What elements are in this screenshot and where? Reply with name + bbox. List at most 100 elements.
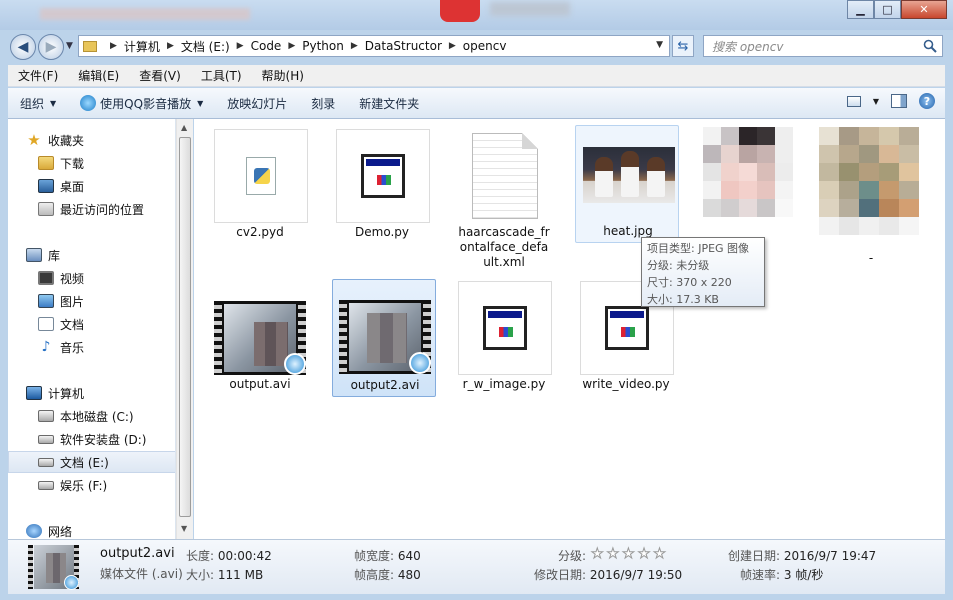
nav-downloads[interactable]: 下载	[8, 152, 175, 174]
file-haarcascade-xml[interactable]: haarcascade_frontalface_default.xml	[452, 127, 556, 269]
video-library-icon	[38, 271, 54, 285]
drive-icon	[38, 457, 54, 467]
crumb-datastructor[interactable]: DataStructor	[365, 39, 442, 53]
music-note-icon: ♪	[41, 339, 51, 355]
nav-documents[interactable]: 文档	[8, 313, 175, 335]
star-icon[interactable]: ★	[637, 547, 651, 562]
details-file-name: output2.avi	[100, 546, 175, 561]
file-heat-jpg[interactable]: heat.jpg	[575, 125, 679, 243]
file-pixelated-image-2[interactable]: -	[819, 127, 923, 265]
network-icon	[26, 524, 42, 538]
minimize-button[interactable]: ▁	[847, 0, 874, 19]
scroll-up-arrow-icon[interactable]: ▲	[181, 123, 187, 132]
python-script-icon	[605, 306, 649, 350]
crumb-python[interactable]: Python	[302, 39, 344, 53]
file-output2-avi[interactable]: output2.avi	[332, 279, 436, 397]
nav-videos[interactable]: 视频	[8, 267, 175, 289]
file-demo-py[interactable]: Demo.py	[330, 127, 434, 245]
drive-icon	[38, 480, 54, 490]
folder-icon	[83, 40, 97, 52]
file-tooltip: 项目类型: JPEG 图像 分级: 未分级 尺寸: 370 x 220 大小: …	[641, 237, 765, 307]
menu-edit[interactable]: 编辑(E)	[68, 67, 129, 84]
search-input[interactable]: 搜索 opencv	[703, 35, 943, 57]
crumb-opencv[interactable]: opencv	[463, 39, 507, 53]
library-icon	[26, 248, 42, 262]
star-icon[interactable]: ★	[653, 547, 667, 562]
nav-drive-c[interactable]: 本地磁盘 (C:)	[8, 405, 175, 427]
crumb-code[interactable]: Code	[251, 39, 282, 53]
file-name: output.avi	[229, 377, 291, 391]
command-bar: 组织 ▼ 使用QQ影音播放 ▼ 放映幻灯片 刻录 新建文件夹 ▼ ?	[8, 88, 945, 119]
details-thumbnail	[28, 545, 80, 590]
search-placeholder: 搜索 opencv	[712, 39, 784, 54]
menu-view[interactable]: 查看(V)	[129, 67, 191, 84]
nav-desktop[interactable]: 桌面	[8, 175, 175, 197]
background-app-logo	[440, 0, 480, 22]
details-length: 长度: 00:00:42	[186, 549, 272, 563]
refresh-button[interactable]: ⇆	[672, 35, 694, 57]
system-drive-icon	[38, 410, 54, 422]
nav-drive-f[interactable]: 娱乐 (F:)	[8, 474, 175, 496]
nav-network[interactable]: 网络	[8, 520, 175, 539]
file-name: write_video.py	[582, 377, 670, 391]
scroll-down-arrow-icon[interactable]: ▼	[181, 524, 187, 533]
crumb-computer[interactable]: 计算机	[124, 38, 160, 55]
change-view-icon[interactable]	[846, 95, 861, 107]
nav-music[interactable]: ♪ 音乐	[8, 336, 175, 358]
details-frame-height: 帧高度: 480	[354, 568, 421, 582]
scrollbar-thumb[interactable]	[179, 137, 191, 517]
file-output-avi[interactable]: output.avi	[208, 279, 312, 397]
media-player-badge-icon	[64, 575, 79, 590]
python-script-icon	[361, 154, 405, 198]
forward-button[interactable]: ▶	[38, 34, 64, 60]
menu-tools[interactable]: 工具(T)	[191, 67, 252, 84]
help-icon[interactable]: ?	[919, 93, 935, 109]
menu-help[interactable]: 帮助(H)	[252, 67, 314, 84]
star-icon[interactable]: ★	[606, 547, 620, 562]
address-bar: ◀ ▶ ▼ ▶ 计算机 ▶ 文档 (E:) ▶ Code ▶ Python ▶ …	[0, 30, 953, 64]
nav-computer[interactable]: 计算机	[8, 382, 175, 404]
burn-button[interactable]: 刻录	[299, 95, 347, 112]
chevron-down-icon[interactable]: ▼	[873, 97, 879, 106]
menu-file[interactable]: 文件(F)	[8, 67, 68, 84]
details-frame-width: 帧宽度: 640	[354, 549, 421, 563]
star-icon[interactable]: ★	[591, 547, 605, 562]
nav-drive-e[interactable]: 文档 (E:)	[8, 451, 175, 473]
file-name: haarcascade_frontalface_default.xml	[458, 225, 550, 269]
file-thumbnail	[208, 299, 312, 377]
nav-recent-places[interactable]: 最近访问的位置	[8, 198, 175, 220]
tooltip-dimensions: 尺寸: 370 x 220	[647, 276, 732, 289]
organize-button[interactable]: 组织 ▼	[8, 95, 68, 112]
preview-pane-icon[interactable]	[891, 94, 907, 108]
breadcrumb[interactable]: ▶ 计算机 ▶ 文档 (E:) ▶ Code ▶ Python ▶ DataSt…	[78, 35, 670, 57]
new-folder-button[interactable]: 新建文件夹	[347, 95, 431, 112]
slideshow-button[interactable]: 放映幻灯片	[215, 95, 299, 112]
file-r-w-image-py[interactable]: r_w_image.py	[452, 279, 556, 397]
nav-scrollbar[interactable]: ▲ ▼	[176, 119, 193, 539]
desktop-icon	[38, 179, 54, 193]
blurred-window-title	[40, 8, 250, 20]
nav-drive-d[interactable]: 软件安装盘 (D:)	[8, 428, 175, 450]
recent-pages-dropdown[interactable]: ▼	[66, 41, 73, 51]
play-with-qq-button[interactable]: 使用QQ影音播放 ▼	[68, 95, 215, 112]
basketball-photo-thumbnail	[583, 147, 675, 203]
search-icon[interactable]	[923, 39, 937, 53]
maximize-button[interactable]: □	[874, 0, 901, 19]
address-dropdown-icon[interactable]: ▼	[656, 40, 663, 50]
file-name: Demo.py	[355, 225, 409, 239]
nav-favorites[interactable]: ★ 收藏夹	[8, 129, 175, 151]
rating-stars[interactable]: ★ ★ ★ ★ ★	[591, 547, 667, 562]
close-button[interactable]: ✕	[901, 0, 947, 19]
nav-pictures[interactable]: 图片	[8, 290, 175, 312]
nav-libraries[interactable]: 库	[8, 244, 175, 266]
recent-places-icon	[38, 202, 54, 216]
file-pixelated-image-1[interactable]	[699, 127, 803, 245]
file-cv2-pyd[interactable]: cv2.pyd	[208, 127, 312, 245]
back-button[interactable]: ◀	[10, 34, 36, 60]
file-thumbnail	[458, 281, 552, 375]
crumb-drive-e[interactable]: 文档 (E:)	[181, 38, 230, 55]
downloads-folder-icon	[38, 156, 54, 170]
python-extension-icon	[246, 157, 276, 195]
xml-document-icon	[472, 133, 538, 219]
star-icon[interactable]: ★	[622, 547, 636, 562]
